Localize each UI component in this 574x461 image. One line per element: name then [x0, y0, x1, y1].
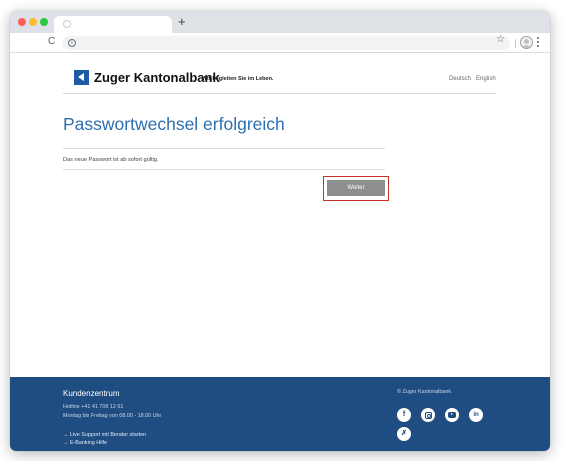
next-button[interactable]: Weiter [327, 180, 385, 196]
close-dot-icon[interactable] [18, 18, 26, 26]
info-icon[interactable]: i [68, 39, 76, 47]
browser-tab[interactable] [54, 16, 172, 33]
reload-icon[interactable]: C [48, 36, 55, 48]
browser-window: + C i ☆ Zuger Kantonalbank Wir begleiten… [10, 11, 550, 451]
brand-slogan: Wir begleiten Sie im Leben. [202, 76, 274, 82]
new-tab-button[interactable]: + [178, 15, 186, 29]
page-title: Passwortwechsel erfolgreich [63, 114, 285, 134]
address-bar[interactable]: i [62, 36, 510, 50]
linkedin-icon[interactable]: in [469, 408, 483, 422]
youtube-icon[interactable] [445, 408, 459, 422]
maximize-dot-icon[interactable] [40, 18, 48, 26]
title-divider [63, 148, 385, 149]
xing-icon[interactable]: ✗ [397, 427, 411, 441]
tab-favicon-icon [63, 20, 71, 28]
live-support-link[interactable]: → Live Support mit Berater starten [63, 432, 146, 439]
zkb-logo-icon[interactable] [74, 70, 89, 85]
page-content: Zuger Kantonalbank Wir begleiten Sie im … [10, 54, 550, 451]
copyright-text: © Zuger Kantonalbank [397, 389, 452, 395]
star-icon[interactable]: ☆ [496, 34, 505, 46]
language-link-english[interactable]: English [476, 76, 496, 83]
success-message: Das neue Passwort ist ab sofort gültig. [63, 157, 159, 163]
footer-title: Kundenzentrum [63, 389, 120, 398]
tab-strip: + [10, 11, 550, 33]
ebanking-help-link[interactable]: → E-Banking Hilfe [63, 440, 107, 447]
browser-toolbar: C i ☆ [10, 33, 550, 53]
message-divider [63, 169, 385, 170]
profile-icon[interactable] [520, 36, 533, 49]
hotline-text[interactable]: Hotline +41 41 709 12 61 [63, 404, 123, 411]
footer: Kundenzentrum Hotline +41 41 709 12 61 M… [10, 377, 550, 451]
toolbar-divider [515, 39, 516, 48]
brand-name[interactable]: Zuger Kantonalbank [94, 70, 220, 85]
header-divider [63, 93, 496, 94]
menu-icon[interactable] [537, 37, 540, 49]
minimize-dot-icon[interactable] [29, 18, 37, 26]
opening-hours: Montag bis Freitag von 08.00 - 18.00 Uhr [63, 413, 162, 419]
instagram-icon[interactable] [421, 408, 435, 422]
language-link-deutsch[interactable]: Deutsch [449, 76, 471, 83]
facebook-icon[interactable]: f [397, 408, 411, 422]
